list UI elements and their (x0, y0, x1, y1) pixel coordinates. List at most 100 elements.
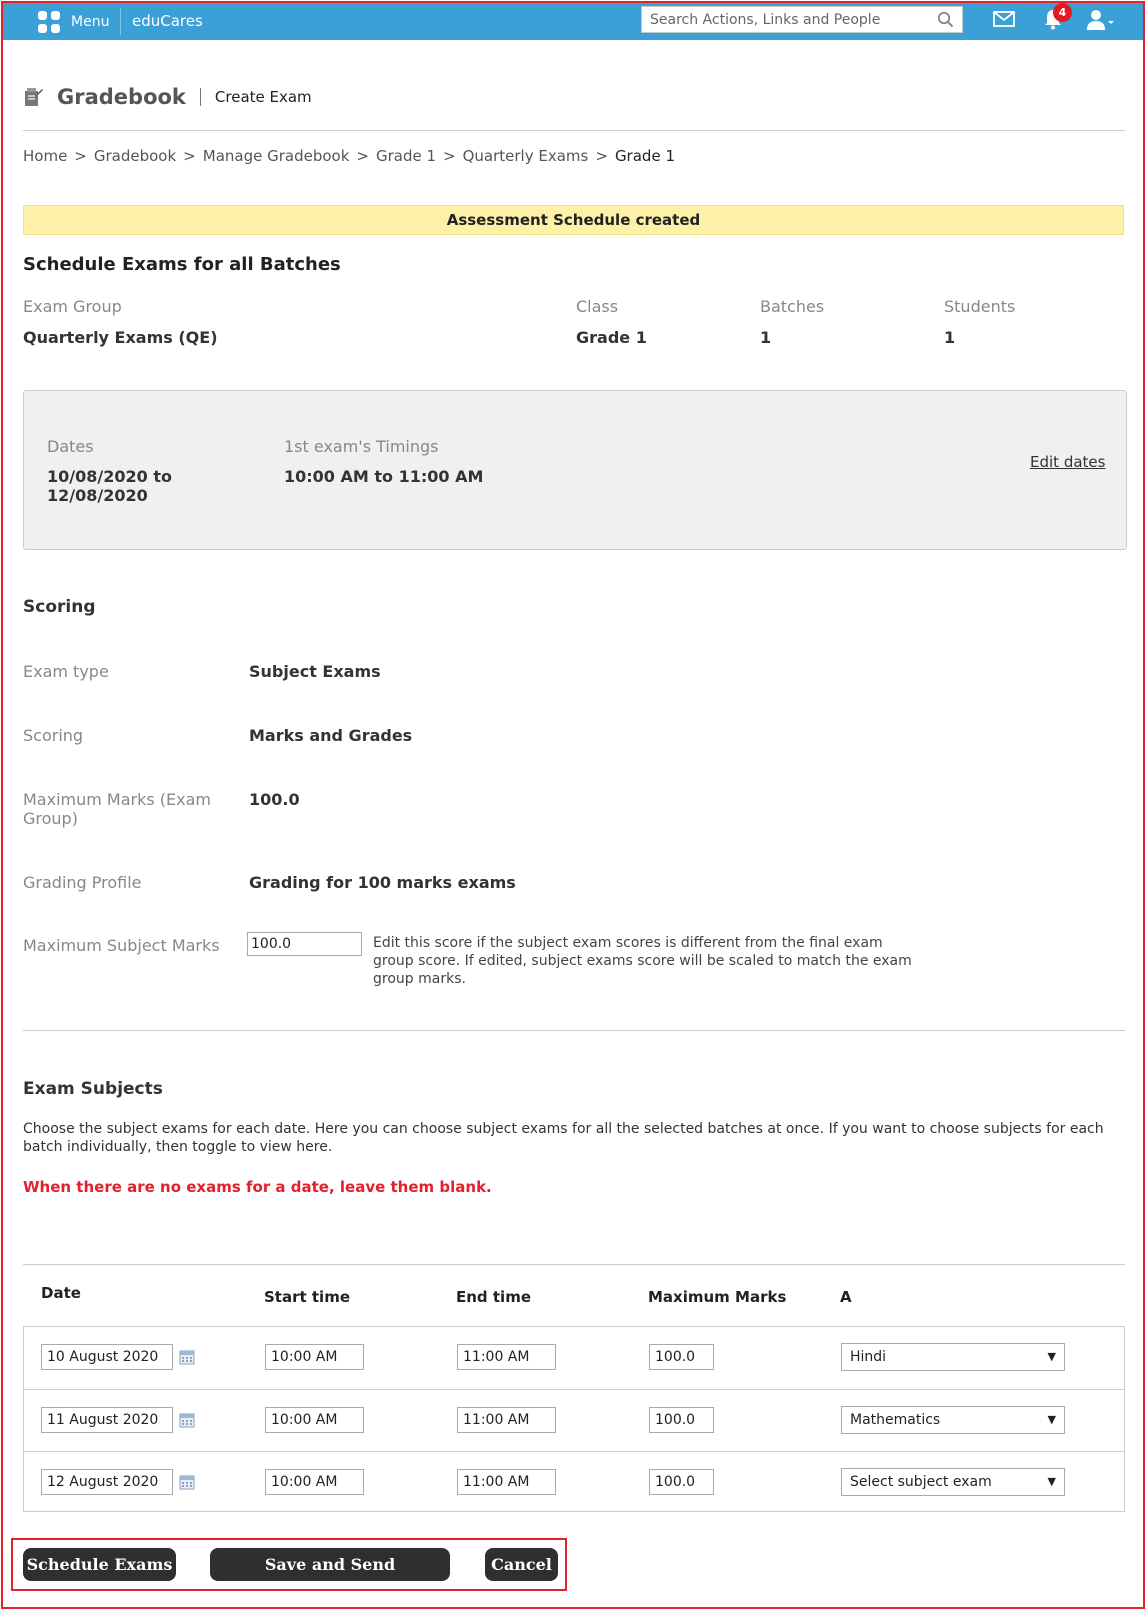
dates-value-end: 12/08/2020 (47, 486, 148, 505)
subject-select[interactable]: Hindi ▼ (841, 1343, 1065, 1371)
breadcrumb-separator: > (443, 147, 456, 165)
table-row: Hindi ▼ (24, 1327, 1124, 1389)
exam-group-value: Quarterly Exams (QE) (23, 328, 218, 347)
menu-button[interactable]: Menu (33, 3, 119, 40)
breadcrumb-separator: > (183, 147, 196, 165)
grid-icon (38, 10, 60, 33)
breadcrumb-separator: > (356, 147, 369, 165)
breadcrumb-separator: > (595, 147, 608, 165)
subject-select-value: Hindi (850, 1349, 887, 1365)
table-row: Mathematics ▼ (24, 1389, 1124, 1451)
students-label: Students (944, 297, 1016, 316)
save-and-send-notification-button[interactable]: Save and Send Notification (210, 1548, 450, 1607)
scoring-label: Scoring (23, 726, 84, 745)
timings-label: 1st exam's Timings (284, 437, 439, 456)
schedule-exams-button[interactable]: Schedule Exams (23, 1548, 176, 1581)
scoring-value: Marks and Grades (249, 726, 413, 745)
column-header-end-time: End time (456, 1288, 531, 1306)
notification-badge: 4 (1053, 3, 1072, 22)
subject-select-value: Mathematics (850, 1412, 941, 1428)
class-label: Class (576, 297, 619, 316)
max-marks-label-line2: Group) (23, 809, 78, 828)
date-input[interactable] (41, 1469, 173, 1495)
class-value: Grade 1 (576, 328, 647, 347)
column-header-a: A (840, 1288, 852, 1306)
max-marks-input[interactable] (649, 1469, 714, 1495)
page-subtitle: Create Exam (214, 88, 312, 106)
start-time-input[interactable] (265, 1344, 364, 1370)
breadcrumb-manage-gradebook[interactable]: Manage Gradebook (203, 147, 350, 165)
mail-icon[interactable] (993, 11, 1015, 27)
column-header-date: Date (41, 1284, 81, 1302)
max-subject-marks-label: Maximum Subject Marks (23, 936, 220, 955)
max-marks-label-line1: Maximum Marks (Exam (23, 790, 212, 809)
exam-group-label: Exam Group (23, 297, 122, 316)
exam-type-label: Exam type (23, 662, 109, 681)
cancel-button[interactable]: Cancel (485, 1548, 558, 1581)
breadcrumb-home[interactable]: Home (23, 147, 67, 165)
breadcrumb-quarterly-exams[interactable]: Quarterly Exams (463, 147, 589, 165)
exam-subjects-heading: Exam Subjects (23, 1079, 163, 1099)
date-input[interactable] (41, 1407, 173, 1433)
subject-select-value: Select subject exam (850, 1474, 992, 1490)
edit-dates-link[interactable]: Edit dates (1030, 453, 1105, 471)
max-subject-marks-help: Edit this score if the subject exam scor… (373, 935, 912, 987)
menu-divider (120, 8, 121, 35)
user-icon[interactable] (1086, 9, 1116, 31)
scoring-heading: Scoring (23, 597, 96, 617)
search-box (641, 6, 963, 33)
chevron-down-icon: ▼ (1047, 1350, 1056, 1363)
search-icon[interactable] (937, 11, 954, 28)
blank-date-warning: When there are no exams for a date, leav… (23, 1178, 492, 1196)
chevron-down-icon: ▼ (1047, 1413, 1056, 1426)
gradebook-icon (25, 88, 43, 106)
start-time-input[interactable] (265, 1469, 364, 1495)
batches-label: Batches (760, 297, 825, 316)
exam-subjects-description: Choose the subject exams for each date. … (23, 1121, 1104, 1155)
search-input[interactable] (642, 7, 922, 32)
dates-summary-box (23, 390, 1127, 550)
grading-profile-label: Grading Profile (23, 873, 142, 892)
dates-label: Dates (47, 437, 94, 456)
breadcrumb-grade[interactable]: Grade 1 (376, 147, 436, 165)
top-navbar: Menu eduCares (3, 3, 1143, 40)
exam-type-value: Subject Exams (249, 662, 381, 681)
divider (23, 1030, 1125, 1031)
start-time-input[interactable] (265, 1407, 364, 1433)
calendar-icon[interactable] (179, 1349, 195, 1365)
menu-label: Menu (71, 13, 110, 30)
batches-value: 1 (760, 328, 772, 347)
timings-value: 10:00 AM to 11:00 AM (284, 467, 484, 486)
students-value: 1 (944, 328, 956, 347)
table-row: Select subject exam ▼ (24, 1451, 1124, 1513)
brand-name[interactable]: eduCares (132, 3, 203, 40)
breadcrumb: Home > Gradebook > Manage Gradebook > Grade 1 >… (23, 147, 675, 165)
column-header-start-time: Start time (264, 1288, 351, 1306)
schedule-heading: Schedule Exams for all Batches (23, 254, 341, 275)
date-input[interactable] (41, 1344, 173, 1370)
breadcrumb-gradebook[interactable]: Gradebook (94, 147, 176, 165)
subject-select[interactable]: Select subject exam ▼ (841, 1468, 1065, 1496)
title-divider (199, 88, 201, 106)
divider (23, 130, 1125, 131)
subject-select[interactable]: Mathematics ▼ (841, 1406, 1065, 1434)
max-marks-input[interactable] (649, 1344, 714, 1370)
grading-profile-value: Grading for 100 marks exams (249, 873, 516, 892)
end-time-input[interactable] (457, 1344, 556, 1370)
max-subject-marks-input[interactable] (247, 932, 362, 956)
max-marks-input[interactable] (649, 1407, 714, 1433)
breadcrumb-current: Grade 1 (614, 147, 675, 165)
success-notice: Assessment Schedule created (23, 205, 1124, 235)
breadcrumb-separator: > (74, 147, 87, 165)
column-header-maximum-marks: Maximum Marks (648, 1288, 787, 1306)
table-top-divider (23, 1264, 1125, 1265)
page-title: Gradebook (57, 85, 186, 109)
end-time-input[interactable] (457, 1407, 556, 1433)
calendar-icon[interactable] (179, 1474, 195, 1490)
max-marks-value: 100.0 (249, 790, 300, 809)
calendar-icon[interactable] (179, 1412, 195, 1428)
dates-value-start: 10/08/2020 to (47, 467, 172, 486)
end-time-input[interactable] (457, 1469, 556, 1495)
exam-schedule-table: Hindi ▼ Mathematics ▼ Select subject exam ▼ (23, 1326, 1125, 1512)
page-header: Gradebook Create Exam (23, 82, 312, 112)
